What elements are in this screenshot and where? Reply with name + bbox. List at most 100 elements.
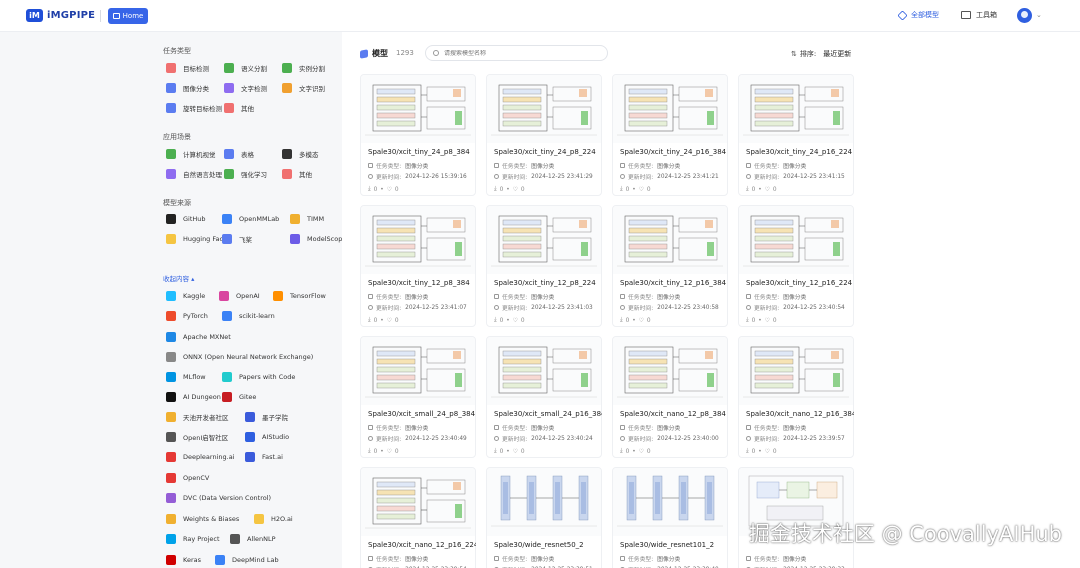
model-name[interactable]: Spale30/xcit_small_24_p16_384: [494, 410, 602, 418]
heart-icon[interactable]: ♡: [639, 318, 644, 324]
model-name[interactable]: Spale30/xcit_tiny_12_p16_224: [746, 279, 854, 287]
filter-tag[interactable]: 墨子学院: [245, 412, 288, 422]
nav-all-models[interactable]: 全部模型: [897, 9, 939, 21]
filter-tag[interactable]: AIStudio: [245, 432, 289, 442]
filter-tag[interactable]: 其他: [224, 103, 254, 113]
filter-tag[interactable]: TensorFlow: [273, 291, 326, 301]
search-box[interactable]: [425, 45, 608, 61]
filter-tag[interactable]: Ray Project: [166, 534, 220, 544]
filter-tag[interactable]: 其他: [282, 169, 312, 179]
filter-tag[interactable]: Kaggle: [166, 291, 205, 301]
filter-tag[interactable]: GitHub: [166, 214, 206, 224]
heart-icon[interactable]: ♡: [639, 449, 644, 455]
heart-icon[interactable]: ♡: [387, 187, 392, 193]
filter-tag[interactable]: H2O.ai: [254, 514, 293, 524]
heart-icon[interactable]: ♡: [513, 449, 518, 455]
filter-tag[interactable]: Fast.ai: [245, 452, 283, 462]
chevron-down-icon[interactable]: ⌄: [1036, 11, 1042, 19]
sort-control[interactable]: ⇅ 排序: 最近更新: [791, 49, 851, 59]
filter-tag[interactable]: AI Dungeon: [166, 392, 221, 402]
filter-tag[interactable]: 表格: [224, 149, 254, 159]
search-input[interactable]: [444, 49, 594, 57]
model-card[interactable]: Spale30/xcit_tiny_24_p8_224 任务类型: 图像分类 更新时间…: [486, 74, 602, 196]
filter-tag[interactable]: 计算机视觉: [166, 149, 216, 159]
model-card[interactable]: Spale30/xcit_small_24_p16_384 任务类型: 图像分类 更新…: [486, 336, 602, 458]
logo[interactable]: iM iMGPIPE: [26, 9, 95, 22]
model-name[interactable]: Spale30/xcit_tiny_24_p8_224: [494, 148, 602, 156]
model-card[interactable]: Spale30/xcit_tiny_12_p8_224 任务类型: 图像分类 更新时间…: [486, 205, 602, 327]
filter-tag[interactable]: 天池开发者社区: [166, 412, 229, 422]
nav-toolbox[interactable]: 工具箱: [961, 10, 997, 20]
model-name[interactable]: Spale30/xcit_tiny_12_p16_384: [620, 279, 728, 287]
filter-tag[interactable]: ModelScope: [290, 234, 346, 244]
filter-tag[interactable]: 文字检测: [224, 83, 267, 93]
collapse-toggle[interactable]: 收起内容 ▴: [163, 273, 194, 283]
filter-tag[interactable]: DeepMind Lab: [215, 555, 279, 565]
model-card[interactable]: Spale30/wide_resnet50_2任务类型:图像分类更新时间:202…: [486, 467, 602, 568]
filter-tag[interactable]: DVC (Data Version Control): [166, 493, 271, 503]
heart-icon[interactable]: ♡: [513, 187, 518, 193]
filter-tag[interactable]: Gitee: [222, 392, 256, 402]
model-name[interactable]: Spale30/xcit_nano_12_p8_384: [620, 410, 728, 418]
filter-tag[interactable]: 目标检测: [166, 63, 209, 73]
filter-tag[interactable]: OpenAI: [219, 291, 260, 301]
filter-tag[interactable]: AllenNLP: [230, 534, 276, 544]
heart-icon[interactable]: ♡: [513, 318, 518, 324]
heart-icon[interactable]: ♡: [765, 318, 770, 324]
model-name[interactable]: Spale30/xcit_tiny_24_p8_384: [368, 148, 476, 156]
filter-tag[interactable]: Weights & Biases: [166, 514, 239, 524]
model-name[interactable]: Spale30/xcit_tiny_24_p16_224: [746, 148, 854, 156]
model-name[interactable]: Spale30/xcit_nano_12_p16_384: [746, 410, 854, 418]
sort-value[interactable]: 最近更新: [823, 49, 851, 59]
model-card[interactable]: Spale30/xcit_nano_12_p8_384 任务类型: 图像分类 更新时间…: [612, 336, 728, 458]
model-task: 任务类型: 图像分类: [494, 423, 554, 432]
filter-tag[interactable]: Apache MXNet: [166, 332, 231, 342]
model-card[interactable]: Spale30/xcit_tiny_12_p16_384 任务类型: 图像分类 更新时…: [612, 205, 728, 327]
filter-tag[interactable]: 图像分类: [166, 83, 209, 93]
model-name[interactable]: Spale30/xcit_nano_12_p16_224: [368, 541, 476, 549]
model-card[interactable]: Spale30/xcit_tiny_12_p16_224 任务类型: 图像分类 更新时…: [738, 205, 854, 327]
filter-tag[interactable]: Deeplearning.ai: [166, 452, 235, 462]
filter-tag[interactable]: 多模态: [282, 149, 319, 159]
filter-tag[interactable]: Papers with Code: [222, 372, 295, 382]
model-card[interactable]: Spale30/xcit_small_24_p8_384 任务类型: 图像分类 更新时…: [360, 336, 476, 458]
model-card[interactable]: Spale30/xcit_nano_12_p16_384 任务类型: 图像分类 更新时…: [738, 336, 854, 458]
model-name[interactable]: Spale30/xcit_small_24_p8_384: [368, 410, 476, 418]
filter-tag[interactable]: 语义分割: [224, 63, 267, 73]
filter-tag[interactable]: Keras: [166, 555, 201, 565]
heart-icon[interactable]: ♡: [639, 187, 644, 193]
filter-tag[interactable]: scikit-learn: [222, 311, 275, 321]
model-name[interactable]: Spale30/xcit_tiny_24_p16_384: [620, 148, 728, 156]
model-card[interactable]: Spale30/xcit_tiny_24_p8_384 任务类型: 图像分类 更新时间…: [360, 74, 476, 196]
filter-tag[interactable]: PyTorch: [166, 311, 208, 321]
avatar[interactable]: [1017, 8, 1032, 23]
model-card[interactable]: Spale30/xcit_nano_12_p16_224任务类型:图像分类更新时…: [360, 467, 476, 568]
filter-tag[interactable]: 强化学习: [224, 169, 267, 179]
filter-tag[interactable]: MLflow: [166, 372, 206, 382]
heart-icon[interactable]: ♡: [387, 449, 392, 455]
filter-tag[interactable]: ONNX (Open Neural Network Exchange): [166, 352, 313, 362]
filter-tag[interactable]: OpenI启智社区: [166, 432, 228, 442]
filter-tag[interactable]: 实例分割: [282, 63, 325, 73]
model-name[interactable]: Spale30/wide_resnet101_2: [620, 541, 728, 549]
filter-tag[interactable]: 旋转目标检测: [166, 103, 222, 113]
filter-tag[interactable]: OpenMMLab: [222, 214, 279, 224]
filter-tag[interactable]: OpenCV: [166, 473, 209, 483]
filter-tag[interactable]: TIMM: [290, 214, 324, 224]
model-card[interactable]: Spale30/xcit_tiny_24_p16_224 任务类型: 图像分类 更新时…: [738, 74, 854, 196]
model-name[interactable]: Spale30/xcit_tiny_12_p8_224: [494, 279, 602, 287]
model-card[interactable]: Spale30/xcit_tiny_12_p8_384 任务类型: 图像分类 更新时间…: [360, 205, 476, 327]
model-card[interactable]: Spale30/xcit_tiny_24_p16_384 任务类型: 图像分类 更新时…: [612, 74, 728, 196]
filter-tag[interactable]: 飞桨: [222, 234, 252, 244]
filter-tag[interactable]: 文字识别: [282, 83, 325, 93]
filter-tag[interactable]: 自然语言处理: [166, 169, 222, 179]
heart-icon[interactable]: ♡: [387, 318, 392, 324]
model-card[interactable]: Spale30/wide_resnet101_2任务类型:图像分类更新时间:20…: [612, 467, 728, 568]
model-name[interactable]: Spale30/xcit_tiny_12_p8_384: [368, 279, 476, 287]
filter-tag[interactable]: Hugging Face: [166, 234, 227, 244]
home-button[interactable]: Home: [108, 8, 148, 24]
model-name[interactable]: Spale30/wide_resnet50_2: [494, 541, 602, 549]
heart-icon[interactable]: ♡: [765, 187, 770, 193]
model-stats: ⤓ 0 • ♡ 0: [368, 186, 402, 193]
heart-icon[interactable]: ♡: [765, 449, 770, 455]
